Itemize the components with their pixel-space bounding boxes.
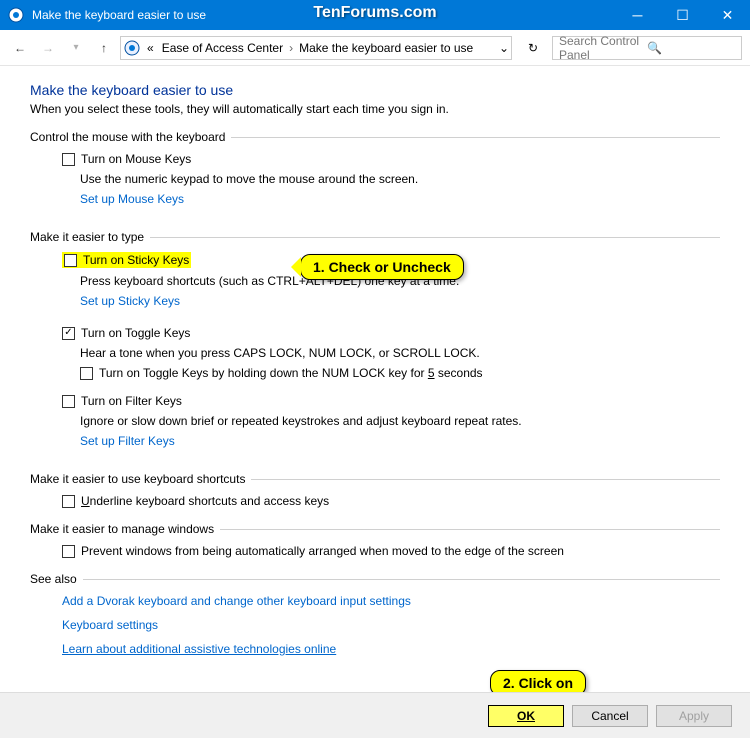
- dvorak-link[interactable]: Add a Dvorak keyboard and change other k…: [62, 594, 411, 608]
- underline-shortcuts-checkbox[interactable]: Underline keyboard shortcuts and access …: [62, 494, 720, 508]
- chevron-right-icon: ›: [287, 41, 295, 55]
- section-windows-header: Make it easier to manage windows: [30, 522, 220, 536]
- toggle-keys-hold-checkbox[interactable]: Turn on Toggle Keys by holding down the …: [80, 366, 720, 380]
- search-icon[interactable]: 🔍: [647, 41, 735, 55]
- content-area: Make the keyboard easier to use When you…: [0, 66, 750, 692]
- section-type-header: Make it easier to type: [30, 230, 150, 244]
- address-dropdown-icon[interactable]: ⌄: [499, 41, 509, 55]
- setup-sticky-keys-link[interactable]: Set up Sticky Keys: [80, 294, 180, 308]
- setup-mouse-keys-link[interactable]: Set up Mouse Keys: [80, 192, 184, 206]
- assistive-tech-link[interactable]: Learn about additional assistive technol…: [62, 642, 336, 656]
- sticky-keys-checkbox[interactable]: Turn on Sticky Keys: [62, 252, 191, 268]
- section-mouse-header: Control the mouse with the keyboard: [30, 130, 231, 144]
- watermark-text: TenForums.com: [313, 4, 436, 22]
- apply-button: Apply: [656, 705, 732, 727]
- refresh-button[interactable]: ↻: [522, 37, 544, 59]
- search-placeholder: Search Control Panel: [559, 34, 647, 62]
- title-bar: Make the keyboard easier to use TenForum…: [0, 0, 750, 30]
- prevent-snap-label: Prevent windows from being automatically…: [81, 544, 564, 558]
- cancel-button[interactable]: Cancel: [572, 705, 648, 727]
- toggle-keys-checkbox[interactable]: Turn on Toggle Keys: [62, 326, 720, 340]
- setup-filter-keys-link[interactable]: Set up Filter Keys: [80, 434, 175, 448]
- back-button[interactable]: ←: [8, 36, 32, 60]
- filter-keys-desc: Ignore or slow down brief or repeated ke…: [80, 414, 720, 428]
- breadcrumb-ease-of-access[interactable]: Ease of Access Center: [158, 41, 287, 55]
- page-title: Make the keyboard easier to use: [30, 82, 720, 98]
- toggle-keys-label: Turn on Toggle Keys: [81, 326, 190, 340]
- keyboard-settings-link[interactable]: Keyboard settings: [62, 618, 158, 632]
- up-button[interactable]: ↑: [92, 36, 116, 60]
- maximize-button[interactable]: ☐: [660, 0, 705, 30]
- mouse-keys-label: Turn on Mouse Keys: [81, 152, 191, 166]
- window-title: Make the keyboard easier to use: [32, 8, 206, 22]
- page-subtitle: When you select these tools, they will a…: [30, 102, 720, 116]
- section-shortcuts-header: Make it easier to use keyboard shortcuts: [30, 472, 251, 486]
- forward-button[interactable]: →: [36, 36, 60, 60]
- ok-button[interactable]: OK: [488, 705, 564, 727]
- nav-bar: ← → ▾ ↑ « Ease of Access Center › Make t…: [0, 30, 750, 66]
- breadcrumb-prefix: «: [143, 41, 158, 55]
- button-bar: OK Cancel Apply: [0, 692, 750, 738]
- mouse-keys-desc: Use the numeric keypad to move the mouse…: [80, 172, 720, 186]
- address-bar[interactable]: « Ease of Access Center › Make the keybo…: [120, 36, 512, 60]
- breadcrumb-current: Make the keyboard easier to use: [295, 41, 477, 55]
- filter-keys-checkbox[interactable]: Turn on Filter Keys: [62, 394, 720, 408]
- search-input[interactable]: Search Control Panel 🔍: [552, 36, 742, 60]
- app-icon: [8, 7, 24, 23]
- control-panel-icon: [123, 39, 141, 57]
- close-button[interactable]: ✕: [705, 0, 750, 30]
- prevent-snap-checkbox[interactable]: Prevent windows from being automatically…: [62, 544, 720, 558]
- section-seealso-header: See also: [30, 572, 83, 586]
- sticky-keys-label: Turn on Sticky Keys: [83, 253, 189, 267]
- mouse-keys-checkbox[interactable]: Turn on Mouse Keys: [62, 152, 720, 166]
- minimize-button[interactable]: ─: [615, 0, 660, 30]
- toggle-keys-desc: Hear a tone when you press CAPS LOCK, NU…: [80, 346, 720, 360]
- annotation-1: 1. Check or Uncheck: [300, 254, 464, 280]
- filter-keys-label: Turn on Filter Keys: [81, 394, 182, 408]
